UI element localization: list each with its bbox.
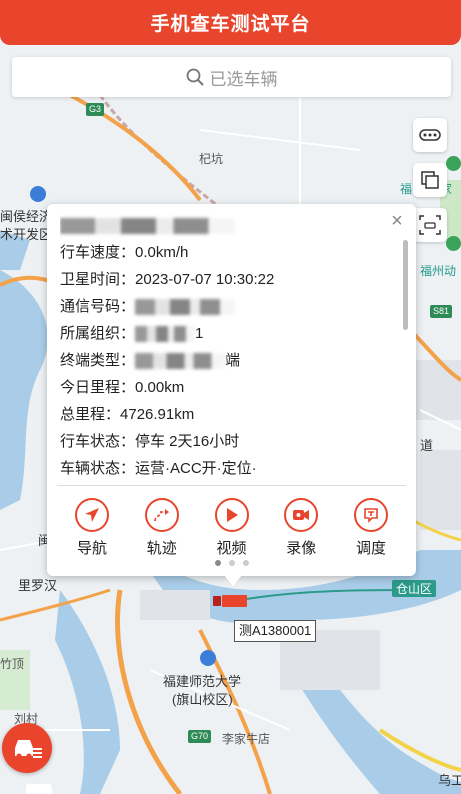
dispatch-icon xyxy=(354,498,388,532)
info-row-total-mileage: 总里程： 4726.91km xyxy=(60,406,195,423)
vehicle-marker[interactable] xyxy=(213,594,247,608)
info-row-satellite-time: 卫星时间： 2023-07-07 10:30:22 xyxy=(60,271,275,288)
info-row-organization: 所属组织： 1 xyxy=(60,325,204,342)
vehicle-plate-label[interactable]: 测A1380001 xyxy=(234,620,317,642)
map-label: 李家牛店 xyxy=(222,732,271,746)
info-row-speed: 行车速度： 0.0km/h xyxy=(60,244,189,261)
park-poi-icon xyxy=(446,236,461,251)
map-label: 闽侯经济 xyxy=(0,209,53,224)
map-label-campus: (旗山校区) xyxy=(172,692,233,707)
track-icon xyxy=(144,498,179,532)
vehicle-list-button[interactable] xyxy=(2,723,52,773)
info-row-vehicle-status: 车辆状态： 运营·ACC开·定位· xyxy=(60,460,257,477)
video-play-icon xyxy=(214,498,249,532)
search-icon xyxy=(186,68,204,86)
track-button[interactable]: 轨迹 xyxy=(134,498,190,558)
traffic-icon xyxy=(419,129,441,141)
road-badge-s81: S81 xyxy=(430,305,453,318)
info-row-driving-status: 行车状态： 停车 2天16小时 xyxy=(60,433,240,450)
info-row-phone: 通信号码： xyxy=(60,293,405,320)
app-header: 手机查车测试平台 xyxy=(0,0,461,45)
park-poi-icon xyxy=(446,156,461,171)
page-title: 手机查车测试平台 xyxy=(150,14,311,35)
scrollbar[interactable] xyxy=(403,240,408,330)
compass-icon[interactable] xyxy=(26,784,52,794)
info-row-terminal-type: 终端类型：端 xyxy=(60,352,241,369)
scan-car-icon xyxy=(419,215,441,235)
divider xyxy=(57,485,406,486)
map-label: 乌工 xyxy=(438,773,461,788)
building-poi-icon xyxy=(30,186,46,202)
page-indicator xyxy=(47,560,416,566)
map-label-university: 福建师范大学 xyxy=(163,674,242,689)
page-dot[interactable] xyxy=(214,560,221,566)
dispatch-button[interactable]: 调度 xyxy=(343,498,399,558)
map-label-district: 仓山区 xyxy=(392,580,437,597)
video-button[interactable]: 视频 xyxy=(204,498,260,558)
layers-button[interactable] xyxy=(413,163,447,197)
map-label: 杞坑 xyxy=(199,152,224,166)
scan-vehicle-button[interactable] xyxy=(413,208,447,242)
map-label: 道 xyxy=(420,438,434,453)
map-label: 竹顶 xyxy=(0,657,25,671)
search-placeholder: 已选车辆 xyxy=(209,69,278,89)
layers-icon xyxy=(421,171,439,189)
map-label: 福州动 xyxy=(420,264,457,278)
redacted-organization xyxy=(135,325,196,342)
redacted-vehicle-name xyxy=(60,217,235,234)
map-label: 福 xyxy=(400,182,413,196)
action-bar: 导航 轨迹 视频 录像 调度 xyxy=(64,498,399,558)
vehicle-info-list[interactable]: 行车速度： 0.0km/h 卫星时间： 2023-07-07 10:30:22 通信… xyxy=(60,212,405,480)
map-label: 术开发区 xyxy=(0,227,53,242)
redacted-terminal-type xyxy=(135,352,226,369)
recording-icon xyxy=(284,498,319,532)
car-list-icon xyxy=(15,740,42,759)
map-label: 里罗汉 xyxy=(18,578,58,593)
traffic-button[interactable] xyxy=(413,118,447,152)
navigation-button[interactable]: 导航 xyxy=(64,498,120,558)
vehicle-info-popup: × 行车速度： 0.0km/h 卫星时间： 2023-07-07 10:30:22 … xyxy=(47,204,416,576)
popup-pointer xyxy=(223,574,243,586)
page-dot[interactable] xyxy=(228,560,235,566)
vehicle-search-bar[interactable]: 已选车辆 xyxy=(12,57,451,97)
truck-icon xyxy=(213,595,247,607)
road-badge-g70: G70 xyxy=(188,730,212,743)
navigation-icon xyxy=(75,498,109,532)
vehicle-name-row xyxy=(60,212,405,239)
info-row-today-mileage: 今日里程： 0.00km xyxy=(60,379,185,396)
road-badge-g3: G3 xyxy=(86,103,105,116)
recording-button[interactable]: 录像 xyxy=(273,498,329,558)
school-poi-icon xyxy=(200,650,216,666)
page-dot[interactable] xyxy=(242,560,249,566)
redacted-phone xyxy=(135,298,236,315)
